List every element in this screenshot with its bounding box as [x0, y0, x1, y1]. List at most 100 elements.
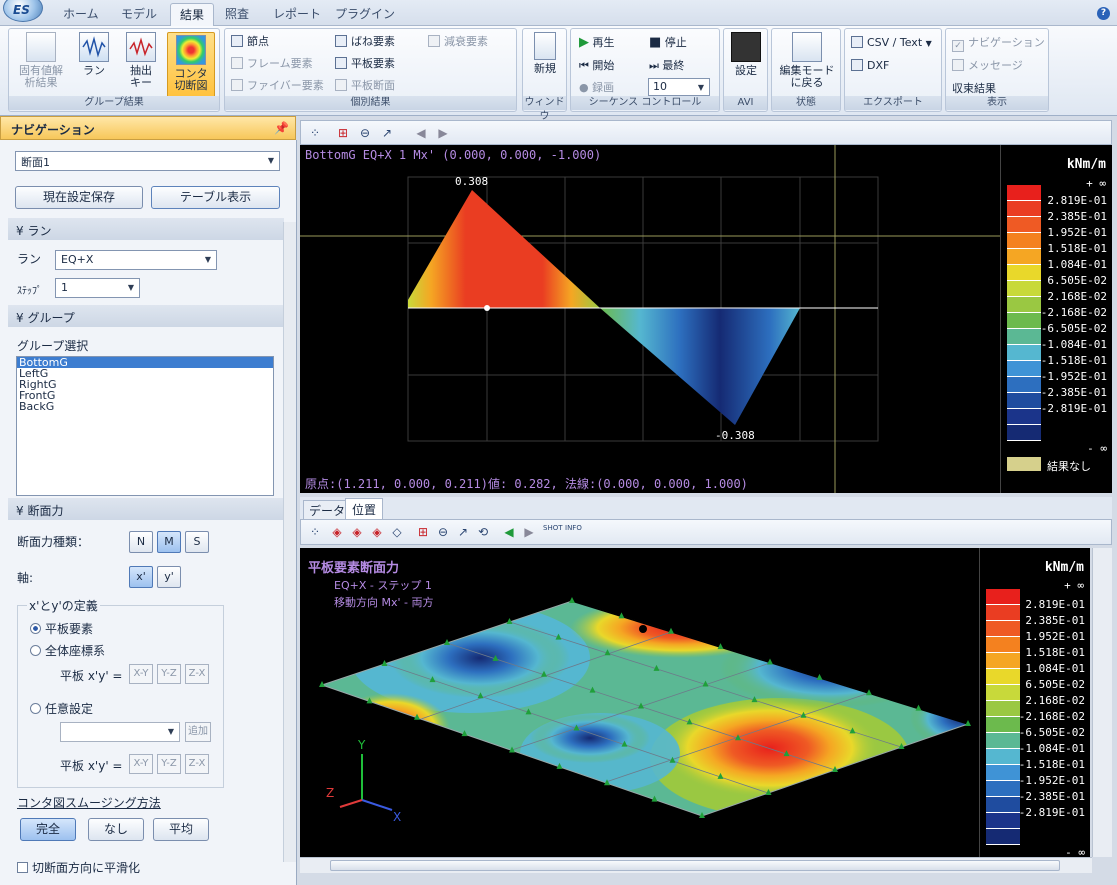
arbitrary-select[interactable] [60, 722, 180, 742]
step-interval-spinner[interactable]: 10 [648, 78, 710, 96]
group-export: CSV / Text ▼ DXF エクスポート [844, 28, 942, 112]
smooth-average-button[interactable]: 平均 [153, 818, 209, 841]
run-section-header[interactable]: ¥ ラン [8, 218, 284, 240]
axis-y-button[interactable]: y' [157, 566, 181, 588]
section-diagram-view[interactable]: 0.308 -0.308 BottomG EQ+X 1 Mx' (0.000, … [300, 145, 1112, 493]
force-m-button[interactable]: M [157, 531, 181, 553]
plane-zx-button[interactable]: Z-X [185, 664, 209, 684]
step-spinner[interactable]: 1 [55, 278, 140, 298]
avi-settings-button[interactable]: 設定 [728, 32, 764, 77]
rotate-icon[interactable]: ⟲ [475, 524, 491, 540]
zoom-fit-icon[interactable]: ⊞ [415, 524, 431, 540]
forward-icon[interactable]: ▶ [435, 125, 451, 141]
collapse-icon: ¥ [16, 311, 24, 325]
damper-result-button[interactable]: 減衰要素 [428, 35, 488, 48]
dxf-export-button[interactable]: DXF [851, 59, 889, 72]
list-item[interactable]: RightG [17, 379, 273, 390]
cube-front-icon[interactable]: ◈ [329, 524, 345, 540]
tab-position[interactable]: 位置 [345, 498, 384, 520]
add-button[interactable]: 追加 [185, 722, 211, 742]
scroll-thumb[interactable] [330, 860, 1060, 871]
plate-section-button[interactable]: 平板断面 [335, 79, 395, 92]
axis-x-button[interactable]: x' [129, 566, 153, 588]
back-icon[interactable]: ◀ [501, 524, 517, 540]
group-section-header[interactable]: ¥ グループ [8, 305, 284, 327]
plane-yz-button-2[interactable]: Y-Z [157, 754, 181, 774]
plane-yz-button[interactable]: Y-Z [157, 664, 181, 684]
nav-scrollbar[interactable] [283, 222, 296, 862]
smooth-none-button[interactable]: なし [88, 818, 144, 841]
app-logo[interactable]: ES [3, 0, 43, 22]
csv-export-button[interactable]: CSV / Text ▼ [851, 36, 932, 50]
chevron-down-icon: ▼ [925, 39, 932, 48]
tab-report[interactable]: レポート [273, 5, 321, 22]
cube-top-icon[interactable]: ◈ [349, 524, 365, 540]
plane-zx-button-2[interactable]: Z-X [185, 754, 209, 774]
help-icon[interactable]: ? [1097, 7, 1110, 20]
force-n-button[interactable]: N [129, 531, 153, 553]
pan-icon[interactable]: ↗ [455, 524, 471, 540]
plate-result-button[interactable]: 平板要素 [335, 57, 395, 70]
end-button[interactable]: ⏭ 最終 [649, 59, 684, 72]
list-item[interactable]: BackG [17, 401, 273, 412]
info-icon[interactable]: INFO [565, 524, 582, 540]
pin-icon[interactable]: 📌 [274, 121, 289, 135]
extract-key-button[interactable]: 抽出 キー [121, 32, 161, 89]
smooth-full-button[interactable]: 完全 [20, 818, 76, 841]
contour-section-button[interactable]: コンタ 切断図 [167, 32, 215, 98]
screenshot-icon[interactable]: SHOT [543, 524, 563, 540]
convergence-result-button[interactable]: 収束結果 [952, 82, 996, 95]
lower-horizontal-scrollbar[interactable] [300, 857, 1092, 873]
force-section-header[interactable]: ¥ 断面力 [8, 498, 284, 520]
stop-button[interactable]: ■ 停止 [649, 36, 687, 49]
node-result-button[interactable]: 節点 [231, 35, 269, 48]
group-listbox[interactable]: BottomG LeftG RightG FrontG BackG [16, 356, 274, 496]
checkbox-icon [952, 59, 964, 71]
zoom-fit-icon[interactable]: ⊞ [335, 125, 351, 141]
fiber-result-button[interactable]: ファイバー要素 [231, 79, 324, 92]
cube-side-icon[interactable]: ◈ [369, 524, 385, 540]
list-item[interactable]: FrontG [17, 390, 273, 401]
select-icon[interactable]: ⁘ [307, 524, 323, 540]
play-button[interactable]: ▶ 再生 [579, 36, 615, 49]
run-button[interactable]: ラン [75, 32, 113, 77]
record-button[interactable]: ● 録画 [579, 81, 614, 94]
cube-iso-icon[interactable]: ◇ [389, 524, 405, 540]
tab-plugin[interactable]: プラグイン [335, 5, 395, 22]
radio-global-coords[interactable]: 全体座標系 [30, 642, 105, 659]
spring-result-button[interactable]: ばね要素 [335, 35, 395, 48]
legend-value: 6.505E-02 [1047, 274, 1107, 287]
table-view-button[interactable]: テーブル表示 [151, 186, 280, 209]
start-button[interactable]: ⏮ 開始 [579, 59, 614, 72]
radio-arbitrary[interactable]: 任意設定 [30, 700, 93, 717]
force-s-button[interactable]: S [185, 531, 209, 553]
zoom-out-icon[interactable]: ⊖ [435, 524, 451, 540]
save-settings-button[interactable]: 現在設定保存 [15, 186, 143, 209]
plane-xy-button-2[interactable]: X-Y [129, 754, 153, 774]
list-item[interactable]: BottomG [17, 357, 273, 368]
pan-icon[interactable]: ↗ [379, 125, 395, 141]
forward-icon[interactable]: ▶ [521, 524, 537, 540]
frame-result-button[interactable]: フレーム要素 [231, 57, 313, 70]
contour-legend: kNm/m + ∞ 2.819E-01 2.385E-01 1.952E-01 1.5… [1000, 145, 1112, 493]
zoom-out-icon[interactable]: ⊖ [357, 125, 373, 141]
message-toggle-check[interactable]: メッセージ [952, 59, 1023, 72]
plane-xy-button[interactable]: X-Y [129, 664, 153, 684]
tab-model[interactable]: モデル [121, 5, 157, 22]
tab-check[interactable]: 照査 [225, 5, 249, 22]
section-select[interactable]: 断面1 [15, 151, 280, 171]
nav-toggle-check[interactable]: ✓ ナビゲーション [952, 36, 1045, 52]
new-window-button[interactable]: 新規 [527, 32, 563, 75]
tab-results[interactable]: 結果 [170, 3, 215, 27]
select-icon[interactable]: ⁘ [307, 125, 323, 141]
eigen-result-button[interactable]: 固有値解 析結果 [15, 32, 67, 89]
tab-data[interactable]: データ [303, 500, 352, 521]
radio-plate-element[interactable]: 平板要素 [30, 620, 93, 637]
tab-home[interactable]: ホーム [63, 5, 99, 22]
edit-mode-button[interactable]: 編集モード に戻る [776, 32, 838, 89]
run-select[interactable]: EQ+X [55, 250, 217, 270]
lower-vertical-scrollbar[interactable] [1092, 548, 1112, 857]
smooth-direction-checkbox[interactable]: 切断面方向に平滑化 [17, 859, 140, 876]
plate-contour-3d-view[interactable]: Y X Z 平板要素断面力 EQ+X - ステップ 1 移動方向 Mx' - 両… [300, 548, 1090, 859]
back-icon[interactable]: ◀ [413, 125, 429, 141]
